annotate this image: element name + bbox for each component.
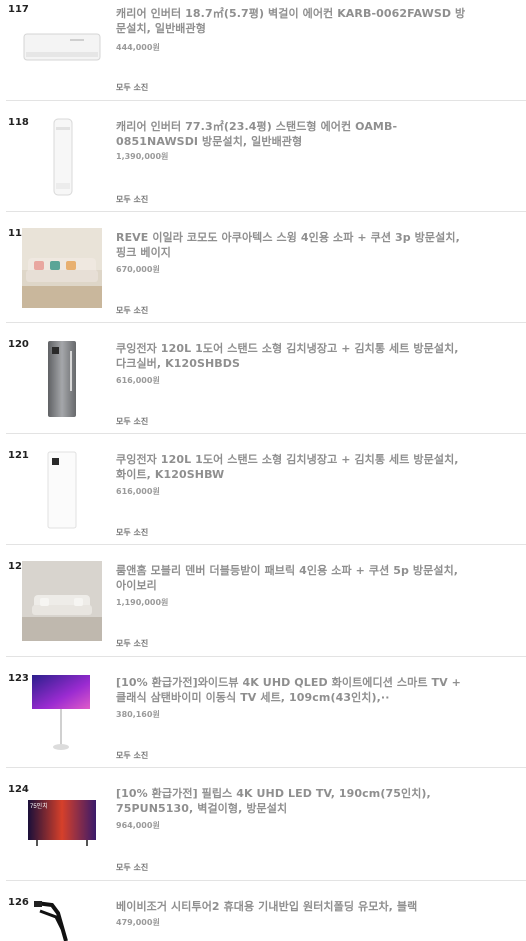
product-price: 380,160원 — [116, 710, 160, 719]
sold-out-label: 모두 소진 — [116, 195, 149, 204]
product-price: 479,000원 — [116, 918, 160, 927]
product-price: 670,000원 — [116, 265, 160, 274]
product-image-stroller[interactable] — [22, 897, 102, 941]
product-image-sofa-pink[interactable] — [22, 228, 102, 308]
product-price: 1,390,000원 — [116, 152, 169, 161]
product-title[interactable]: 룸앤홈 모블리 덴버 더블등받이 패브릭 4인용 소파 + 쿠션 5p 방문설치… — [116, 563, 466, 593]
product-price: 616,000원 — [116, 376, 160, 385]
product-title[interactable]: 쿠잉전자 120L 1도어 스탠드 소형 김치냉장고 + 김치통 세트 방문설치… — [116, 341, 466, 371]
list-item[interactable]: 119 REVE 이일라 코모도 아쿠아텍스 스윙 4인용 소파 + 쿠션 3p… — [6, 212, 526, 323]
product-image-wall-air-conditioner[interactable] — [22, 12, 102, 92]
sold-out-label: 모두 소진 — [116, 83, 149, 92]
product-image-kimchi-fridge-white[interactable] — [22, 450, 102, 530]
product-price: 616,000원 — [116, 487, 160, 496]
sold-out-label: 모두 소진 — [116, 306, 149, 315]
product-price: 1,190,000원 — [116, 598, 169, 607]
screen-size-badge: 75인치 — [30, 802, 48, 810]
list-item[interactable]: 121 쿠잉전자 120L 1도어 스탠드 소형 김치냉장고 + 김치통 세트 … — [6, 434, 526, 545]
sold-out-label: 모두 소진 — [116, 417, 149, 426]
product-image-tv-stand[interactable] — [22, 673, 102, 753]
list-item[interactable]: 124 75인치 [10% 환급가전] 필립스 4K UHD LED TV, 1… — [6, 768, 526, 881]
product-title[interactable]: 쿠잉전자 120L 1도어 스탠드 소형 김치냉장고 + 김치통 세트 방문설치… — [116, 452, 466, 482]
product-image-stand-air-conditioner[interactable] — [22, 117, 102, 197]
product-image-kimchi-fridge-silver[interactable] — [22, 339, 102, 419]
list-item[interactable]: 117 캐리어 인버터 18.7㎡(5.7평) 벽걸이 에어컨 KARB-006… — [6, 0, 526, 101]
list-item[interactable]: 120 쿠잉전자 120L 1도어 스탠드 소형 김치냉장고 + 김치통 세트 … — [6, 323, 526, 434]
sold-out-label: 모두 소진 — [116, 863, 149, 872]
list-item[interactable]: 123 [10% 환급가전]와이드뷰 4K UHD QLED 화이트에디션 스마… — [6, 657, 526, 768]
product-image-tv-philips[interactable]: 75인치 — [22, 784, 102, 864]
product-price: 964,000원 — [116, 821, 160, 830]
product-price: 444,000원 — [116, 43, 160, 52]
list-item[interactable]: 118 캐리어 인버터 77.3㎡(23.4평) 스탠드형 에어컨 OAMB-0… — [6, 101, 526, 212]
product-title[interactable]: 베이비조거 시티투어2 휴대용 기내반입 원터치폴딩 유모차, 블랙 — [116, 899, 466, 914]
product-image-sofa-ivory[interactable] — [22, 561, 102, 641]
sold-out-label: 모두 소진 — [116, 751, 149, 760]
sold-out-label: 모두 소진 — [116, 639, 149, 648]
list-item[interactable]: 122 룸앤홈 모블리 덴버 더블등받이 패브릭 4인용 소파 + 쿠션 5p … — [6, 545, 526, 657]
product-title[interactable]: REVE 이일라 코모도 아쿠아텍스 스윙 4인용 소파 + 쿠션 3p 방문설… — [116, 230, 466, 260]
product-title[interactable]: [10% 환급가전]와이드뷰 4K UHD QLED 화이트에디션 스마트 TV… — [116, 675, 466, 705]
sold-out-label: 모두 소진 — [116, 528, 149, 537]
product-title[interactable]: 캐리어 인버터 18.7㎡(5.7평) 벽걸이 에어컨 KARB-0062FAW… — [116, 6, 466, 36]
list-item[interactable]: 126 베이비조거 시티투어2 휴대용 기내반입 원터치폴딩 유모차, 블랙 4… — [6, 881, 526, 941]
product-title[interactable]: 캐리어 인버터 77.3㎡(23.4평) 스탠드형 에어컨 OAMB-0851N… — [116, 119, 466, 149]
product-title[interactable]: [10% 환급가전] 필립스 4K UHD LED TV, 190cm(75인치… — [116, 786, 466, 816]
